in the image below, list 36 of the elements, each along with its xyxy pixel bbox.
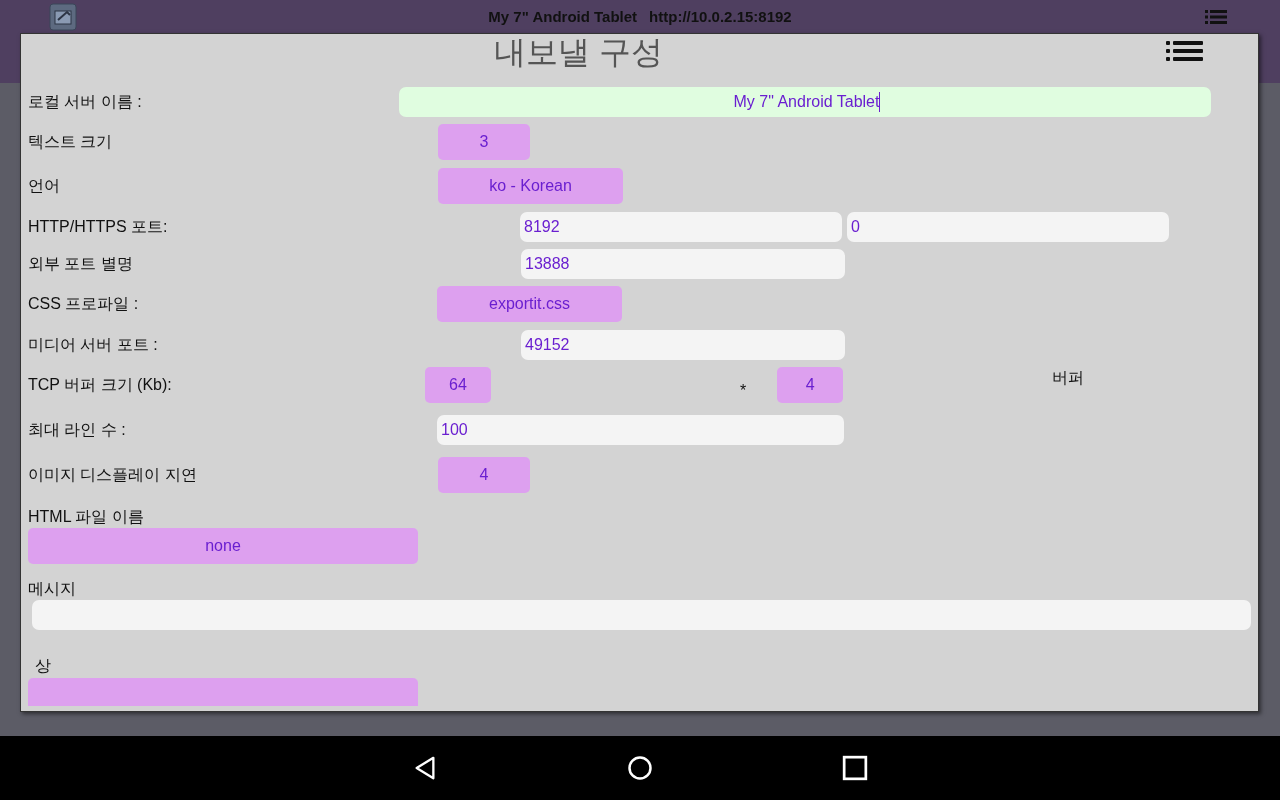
field-label: 상	[35, 656, 51, 676]
server-url: http://10.0.2.15:8192	[649, 8, 792, 25]
input-field[interactable]: 8192	[520, 212, 842, 242]
dropdown-button[interactable]: none	[28, 528, 418, 564]
field-label: 메시지	[28, 579, 76, 599]
field-label: 언어	[28, 175, 61, 196]
field-label: 로컬 서버 이름 :	[28, 91, 143, 112]
input-field[interactable]: 0	[847, 212, 1169, 242]
dropdown-button[interactable]: ko - Korean	[438, 168, 623, 204]
input-field[interactable]: 49152	[521, 330, 845, 360]
dropdown-button[interactable]: 4	[777, 367, 844, 403]
field-label: 미디어 서버 포트 :	[28, 334, 159, 355]
dropdown-button[interactable]: exportit.css	[437, 286, 622, 322]
field-label: HTTP/HTTPS 포트:	[28, 216, 169, 237]
recents-icon[interactable]	[842, 755, 868, 781]
input-field[interactable]: My 7" Android Tablet	[399, 87, 1211, 117]
field-label: 이미지 디스플레이 지연	[28, 464, 198, 485]
input-field[interactable]: 13888	[521, 249, 845, 279]
field-label: HTML 파일 이름	[28, 507, 144, 527]
home-icon[interactable]	[627, 755, 653, 781]
field-label: 최대 라인 수 :	[28, 419, 127, 440]
field-label: 텍스트 크기	[28, 131, 114, 152]
inline-text: 버퍼	[1052, 367, 1085, 388]
field-label: 외부 포트 별명	[28, 253, 134, 274]
input-field[interactable]	[32, 600, 1251, 630]
field-label: CSS 프로파일 :	[28, 293, 140, 314]
input-field[interactable]: 100	[437, 415, 844, 445]
dialog-title: 내보낼 구성	[494, 34, 663, 70]
device-name: My 7" Android Tablet	[488, 8, 638, 25]
dropdown-button[interactable]: 4	[438, 457, 530, 493]
dropdown-button[interactable]: 64	[425, 367, 491, 403]
app-icon[interactable]	[49, 2, 77, 31]
dropdown-button[interactable]: 3	[438, 124, 530, 160]
field-label: TCP 버퍼 크기 (Kb):	[28, 374, 173, 395]
inline-text: *	[740, 382, 747, 400]
menu-icon[interactable]	[1166, 41, 1203, 61]
